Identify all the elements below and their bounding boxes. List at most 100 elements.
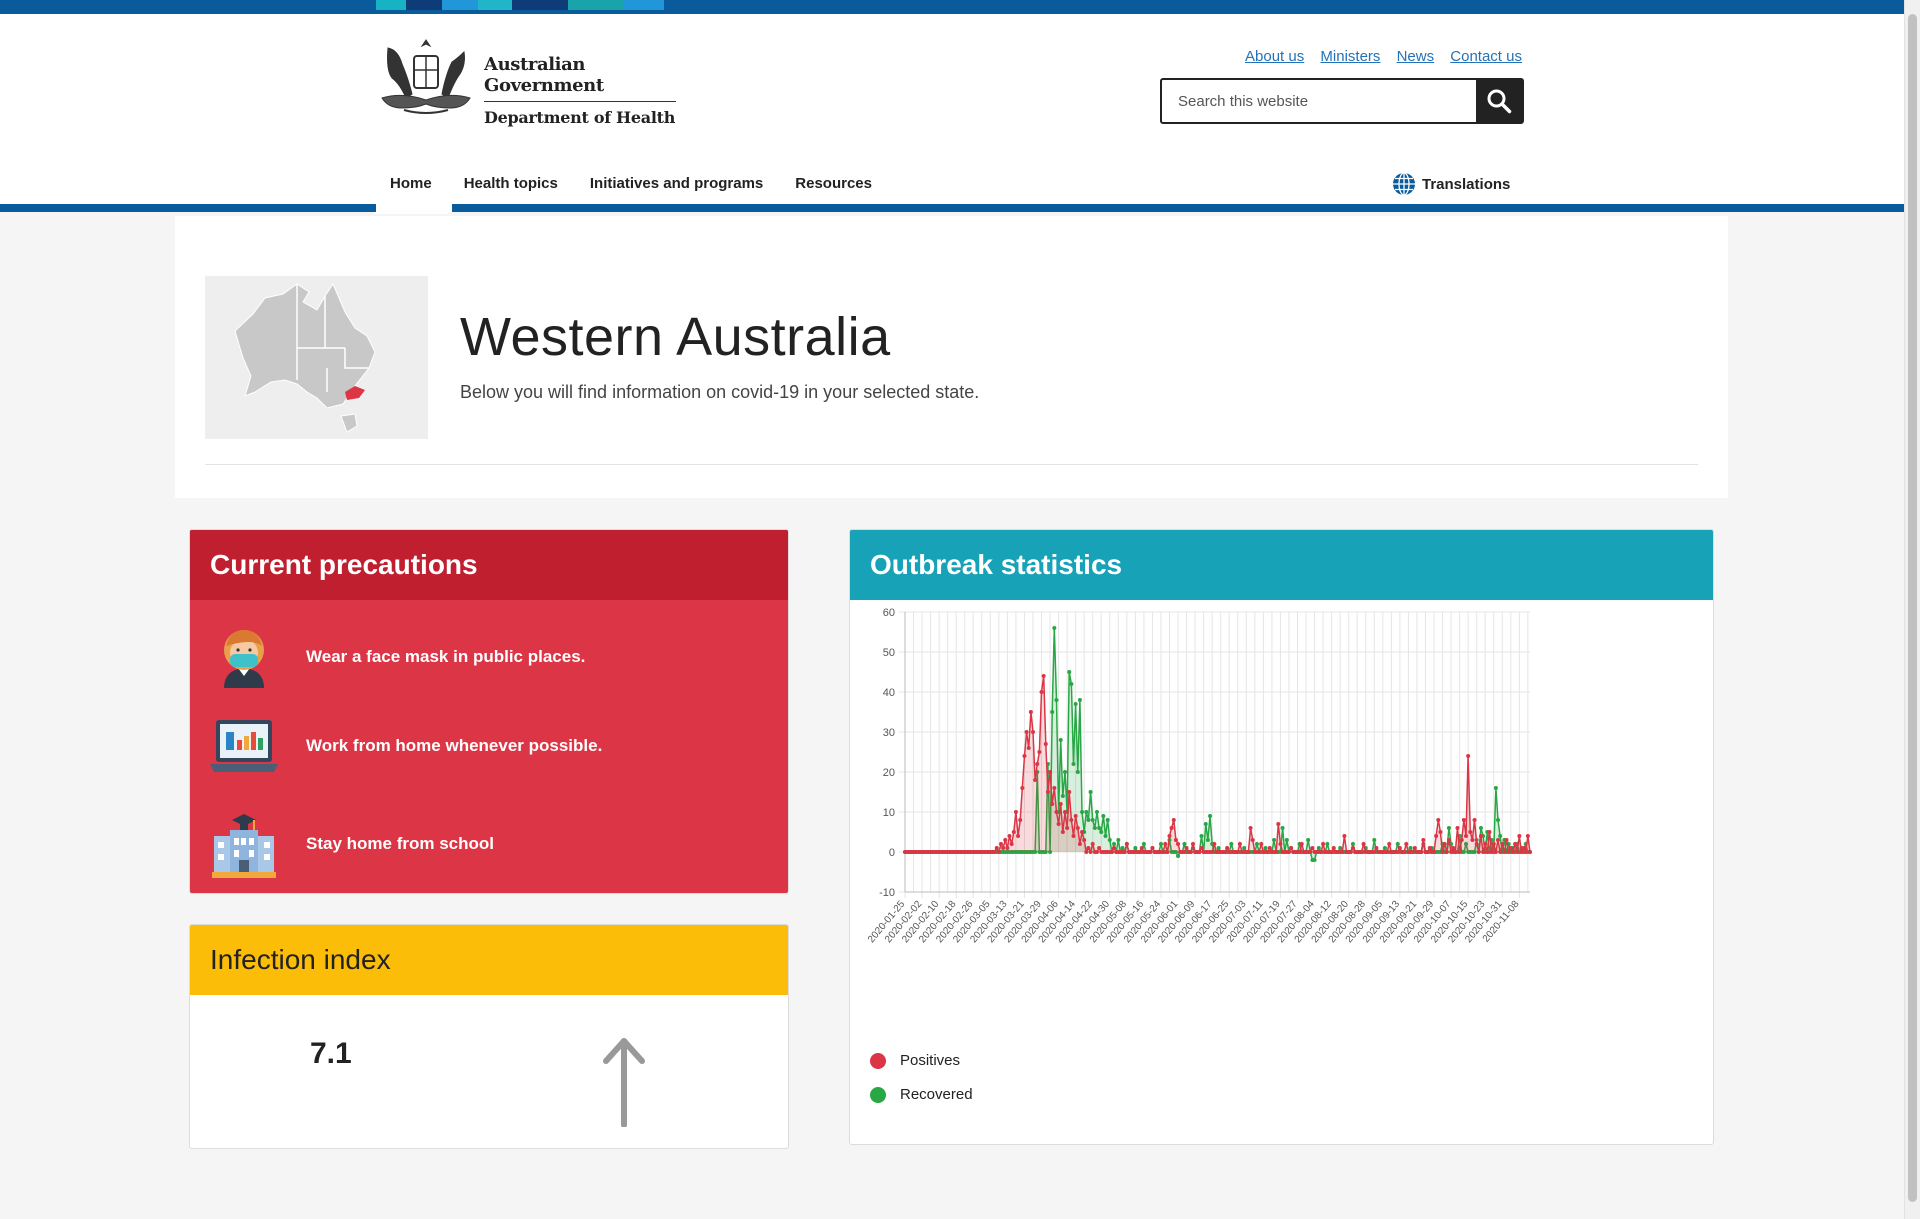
data-point-positives — [1489, 850, 1494, 854]
y-tick-label: 40 — [883, 687, 895, 699]
data-point-positives — [1212, 842, 1217, 846]
data-point-positives — [1060, 830, 1065, 834]
legend-item-positives[interactable]: Positives — [870, 1052, 960, 1069]
data-point-positives — [1457, 850, 1462, 854]
data-point-positives — [1182, 850, 1187, 854]
data-point-positives — [1084, 850, 1089, 854]
nav-initiatives[interactable]: Initiatives and programs — [574, 164, 779, 204]
data-point-positives — [1122, 850, 1127, 854]
data-point-positives — [1472, 818, 1477, 822]
data-point-positives — [1513, 842, 1518, 846]
data-point-recovered — [1158, 842, 1163, 846]
nav-resources[interactable]: Resources — [779, 164, 888, 204]
data-point-positives — [1016, 834, 1021, 838]
data-point-positives — [1434, 834, 1439, 838]
nav-health-topics[interactable]: Health topics — [448, 164, 574, 204]
translations-link[interactable]: Translations — [1392, 164, 1510, 204]
data-point-positives — [1444, 850, 1449, 854]
search-input[interactable] — [1162, 80, 1476, 122]
data-point-positives — [1451, 846, 1456, 850]
data-point-positives — [1419, 850, 1424, 854]
data-point-positives — [1523, 850, 1528, 854]
precaution-item: Wear a face mask in public places. — [210, 626, 585, 688]
data-point-positives — [1387, 842, 1392, 846]
outbreak-chart: 2020-01-252020-02-022020-02-102020-02-18… — [866, 607, 1532, 945]
data-point-positives — [1167, 834, 1172, 838]
data-point-positives — [1515, 850, 1520, 854]
data-point-positives — [1265, 850, 1270, 854]
data-point-positives — [1259, 842, 1264, 846]
data-point-positives — [1257, 850, 1262, 854]
gov-logo[interactable]: Australian Government Department of Heal… — [374, 36, 679, 127]
legend-item-recovered[interactable]: Recovered — [870, 1086, 973, 1103]
data-point-positives — [1348, 850, 1353, 854]
data-point-recovered — [1496, 818, 1501, 822]
data-point-recovered — [1097, 826, 1102, 830]
data-point-positives — [1493, 850, 1498, 854]
coat-of-arms-icon — [381, 39, 471, 114]
data-point-positives — [1455, 826, 1460, 830]
contact-us-link[interactable]: Contact us — [1450, 48, 1522, 65]
data-point-positives — [1481, 850, 1486, 854]
logo-line-1: Australian Government — [484, 54, 604, 96]
data-point-positives — [1361, 842, 1366, 846]
data-point-positives — [1278, 842, 1283, 846]
about-us-link[interactable]: About us — [1245, 48, 1304, 65]
search-button[interactable] — [1476, 80, 1522, 122]
y-tick-label: 30 — [883, 727, 895, 739]
data-point-positives — [1432, 850, 1437, 854]
news-link[interactable]: News — [1397, 48, 1435, 65]
data-point-positives — [1069, 818, 1074, 822]
data-point-positives — [1246, 850, 1251, 854]
data-point-recovered — [1498, 834, 1503, 838]
data-point-positives — [1427, 846, 1432, 850]
logo-line-2: Department of Health — [484, 108, 676, 127]
data-point-positives — [992, 850, 997, 854]
data-point-positives — [1007, 834, 1012, 838]
data-point-positives — [1500, 842, 1505, 846]
data-point-positives — [1163, 842, 1168, 846]
utility-links: About us Ministers News Contact us — [1233, 48, 1522, 65]
data-point-positives — [1466, 754, 1471, 758]
data-point-positives — [1165, 850, 1170, 854]
data-point-positives — [1048, 770, 1053, 774]
data-point-positives — [1188, 850, 1193, 854]
data-point-recovered — [1069, 682, 1074, 686]
data-point-recovered — [1060, 794, 1065, 798]
data-point-positives — [1286, 850, 1291, 854]
data-point-positives — [1491, 842, 1496, 846]
data-point-positives — [1184, 846, 1189, 850]
data-point-positives — [1003, 838, 1008, 842]
y-tick-label: 60 — [883, 607, 895, 619]
page-scrollbar[interactable] — [1904, 0, 1920, 1219]
data-point-positives — [1077, 842, 1082, 846]
precautions-title: Current precautions — [190, 530, 788, 600]
data-point-positives — [1372, 850, 1377, 854]
data-point-positives — [1521, 846, 1526, 850]
data-point-positives — [1299, 842, 1304, 846]
y-tick-label: 50 — [883, 647, 895, 659]
ministers-link[interactable]: Ministers — [1320, 48, 1380, 65]
data-point-recovered — [1090, 818, 1095, 822]
data-point-recovered — [1103, 834, 1108, 838]
scrollbar-thumb[interactable] — [1908, 14, 1917, 1202]
data-point-positives — [1176, 842, 1181, 846]
precautions-card: Current precautions Wear a face mask in … — [189, 529, 789, 894]
data-point-positives — [1438, 830, 1443, 834]
data-point-positives — [1478, 834, 1483, 838]
data-point-positives — [1054, 810, 1059, 814]
data-point-recovered — [1075, 770, 1080, 774]
nav-underline — [0, 204, 1904, 212]
top-colour-band — [0, 0, 1904, 14]
data-point-recovered — [1280, 826, 1285, 830]
nav-home[interactable]: Home — [374, 164, 448, 214]
state-intro-card: Western Australia Below you will find in… — [175, 216, 1728, 498]
data-point-positives — [1350, 846, 1355, 850]
precaution-text: Wear a face mask in public places. — [306, 647, 586, 666]
data-point-positives — [1508, 846, 1513, 850]
data-point-positives — [1013, 810, 1018, 814]
data-point-positives — [1321, 842, 1326, 846]
data-point-positives — [1001, 846, 1006, 850]
infection-index-card: Infection index 7.1 — [189, 924, 789, 1149]
data-point-positives — [1028, 710, 1033, 714]
